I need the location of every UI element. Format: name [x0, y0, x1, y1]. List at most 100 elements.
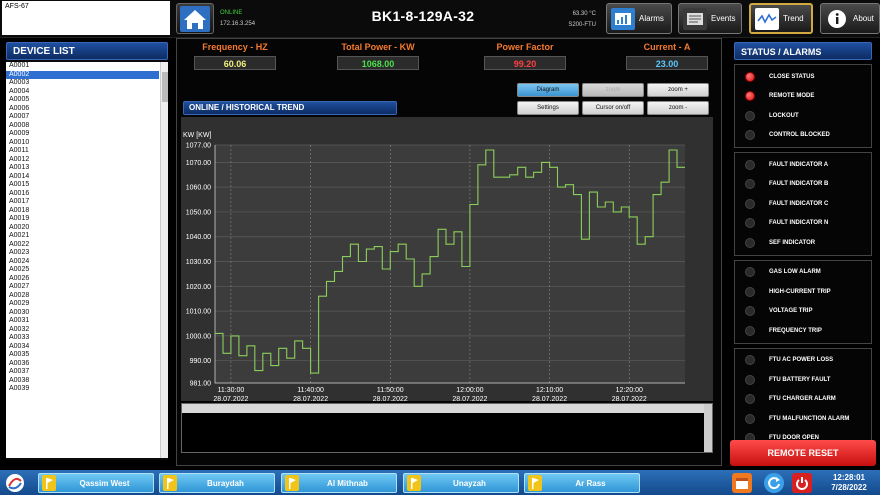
region-label: Unayzah [453, 478, 486, 488]
trend-panel: Frequency - HZ 60.06 Total Power - KW 10… [176, 38, 722, 466]
x-tick-label: 28.07.2022 [293, 396, 328, 401]
chart-scroll-area[interactable] [181, 403, 713, 453]
status-row: FAULT INDICATOR C [735, 194, 871, 214]
device-list-item[interactable]: A0015 [6, 181, 159, 190]
calendar-icon[interactable] [732, 473, 752, 493]
device-list-item[interactable]: A0013 [6, 164, 159, 173]
power-factor-value: 99.20 [484, 56, 566, 70]
region-button[interactable]: Qassim West [38, 473, 154, 493]
refresh-icon[interactable] [764, 473, 784, 493]
events-button[interactable]: Events [678, 3, 742, 34]
device-list-item[interactable]: A0018 [6, 207, 159, 216]
device-list-item[interactable]: A0029 [6, 300, 159, 309]
zoom-out-button[interactable]: zoom - [647, 101, 709, 115]
status-indicator-icon [745, 325, 755, 336]
device-list-item[interactable]: A0004 [6, 88, 159, 97]
horizontal-scrollbar[interactable] [182, 404, 712, 413]
zoom-reset-button[interactable]: zoom [582, 83, 644, 97]
region-button[interactable]: Ar Rass [524, 473, 640, 493]
device-list-item[interactable]: A0031 [6, 317, 159, 326]
y-tick-label: 1010.00 [186, 309, 211, 316]
x-tick-label: 11:30:00 [218, 387, 245, 394]
device-list-item[interactable]: A0006 [6, 105, 159, 114]
device-list-item[interactable]: A0037 [6, 368, 159, 377]
status-indicator-icon [745, 91, 755, 102]
status-label: FREQUENCY TRIP [769, 327, 822, 334]
power-factor-metric: Power Factor 99.20 [483, 42, 567, 70]
device-list-item[interactable]: A0001 [6, 62, 159, 71]
region-label: Ar Rass [575, 478, 606, 488]
device-list-item[interactable]: A0028 [6, 292, 159, 301]
alarms-button[interactable]: Alarms [606, 3, 672, 34]
device-list-item[interactable]: A0017 [6, 198, 159, 207]
region-button[interactable]: Buraydah [159, 473, 275, 493]
device-list-item[interactable]: A0020 [6, 224, 159, 233]
x-tick-label: 28.07.2022 [213, 396, 248, 401]
x-tick-label: 11:50:00 [377, 387, 404, 394]
company-logo-icon[interactable] [4, 473, 26, 493]
device-list-item[interactable]: A0016 [6, 190, 159, 199]
y-tick-label: 1040.00 [186, 234, 211, 241]
vertical-scrollbar[interactable] [704, 404, 712, 452]
device-list-scrollbar[interactable] [160, 62, 168, 458]
y-tick-label: 1030.00 [186, 259, 211, 266]
device-list-item[interactable]: A0025 [6, 266, 159, 275]
status-row: FTU AC POWER LOSS [735, 351, 871, 371]
x-tick-label: 11:40:00 [297, 387, 324, 394]
device-list-item[interactable]: A0007 [6, 113, 159, 122]
device-list-item[interactable]: A0012 [6, 156, 159, 165]
device-list-title: DEVICE LIST [6, 42, 168, 60]
device-list-item[interactable]: A0023 [6, 249, 159, 258]
frequency-label: Frequency - HZ [202, 42, 268, 52]
device-list-item[interactable]: A0035 [6, 351, 159, 360]
remote-reset-button[interactable]: REMOTE RESET [730, 440, 876, 466]
device-list-item[interactable]: A0033 [6, 334, 159, 343]
trend-chart[interactable]: 1077.00 1070.00 1060.00 1050.00 1040.00 1030.… [181, 117, 713, 401]
home-button[interactable] [176, 3, 214, 34]
device-id: AFS-67 [5, 3, 29, 10]
device-list-item[interactable]: A0003 [6, 79, 159, 88]
device-list-item[interactable]: A0039 [6, 385, 159, 394]
device-list-item[interactable]: A0019 [6, 215, 159, 224]
region-button[interactable]: Al Mithnab [281, 473, 397, 493]
scrollbar-thumb[interactable] [162, 72, 168, 102]
device-list-item[interactable]: A0024 [6, 258, 159, 267]
diagram-button[interactable]: Diagram [517, 83, 579, 97]
trend-button[interactable]: Trend [749, 3, 813, 34]
device-list-item[interactable]: A0008 [6, 122, 159, 131]
device-list-item[interactable]: A0011 [6, 147, 159, 156]
device-list-item[interactable]: A0005 [6, 96, 159, 105]
device-list-item[interactable]: A0034 [6, 343, 159, 352]
device-list-item[interactable]: A0009 [6, 130, 159, 139]
power-factor-label: Power Factor [496, 42, 554, 52]
trend-title: ONLINE / HISTORICAL TREND [183, 101, 397, 115]
settings-button[interactable]: Settings [517, 101, 579, 115]
y-tick-label: 1060.00 [186, 185, 211, 192]
power-icon[interactable] [792, 473, 812, 493]
device-list-item[interactable]: A0030 [6, 309, 159, 318]
status-row: FAULT INDICATOR B [735, 175, 871, 195]
device-list-item[interactable]: A0038 [6, 377, 159, 386]
x-tick-label: 28.07.2022 [612, 396, 647, 401]
device-list-item[interactable]: A0021 [6, 232, 159, 241]
status-alarms-panel: STATUS / ALARMS CLOSE STATUS REMOTE MODE L… [734, 42, 872, 451]
region-flag-icon [42, 475, 56, 491]
cursor-toggle-button[interactable]: Cursor on/off [582, 101, 644, 115]
device-list-item[interactable]: A0022 [6, 241, 159, 250]
device-list-item[interactable]: A0027 [6, 283, 159, 292]
status-row: FAULT INDICATOR N [735, 214, 871, 234]
device-list-item[interactable]: A0014 [6, 173, 159, 182]
device-list-item[interactable]: A0010 [6, 139, 159, 148]
status-row: FAULT INDICATOR A [735, 155, 871, 175]
device-list-item[interactable]: A0002 [6, 70, 159, 79]
device-list-item[interactable]: A0032 [6, 326, 159, 335]
device-list[interactable]: A0001 A0002 A0003 A0004 A0005 A0006 A0007 A0008… [6, 62, 168, 458]
device-list-item[interactable]: A0036 [6, 360, 159, 369]
device-list-item[interactable]: A0026 [6, 275, 159, 284]
y-tick-label: 1000.00 [186, 333, 211, 340]
status-label: REMOTE MODE [769, 93, 815, 100]
zoom-in-button[interactable]: zoom + [647, 83, 709, 97]
region-button[interactable]: Unayzah [403, 473, 519, 493]
events-label: Events [711, 14, 736, 23]
about-button[interactable]: About [820, 3, 880, 34]
